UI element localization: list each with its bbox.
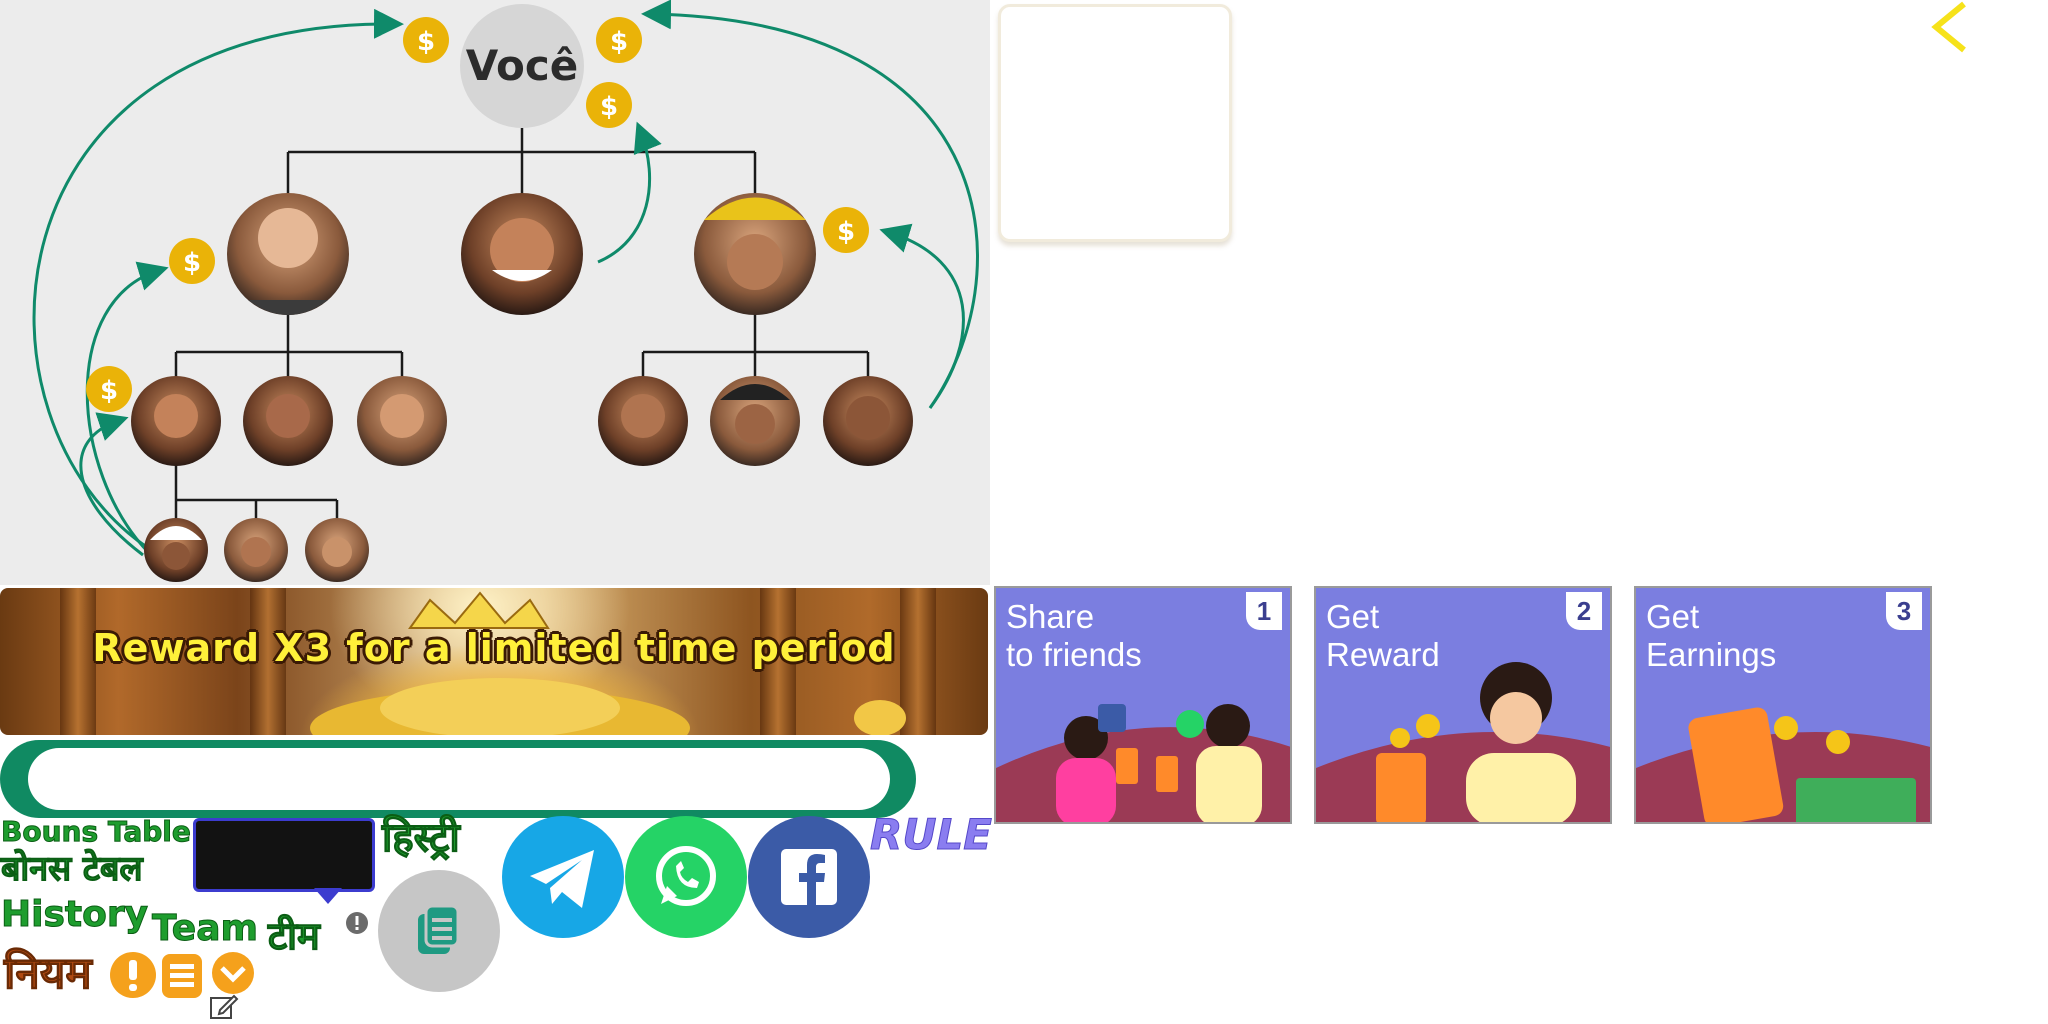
coin-icon: $ <box>823 207 869 253</box>
svg-text:$: $ <box>100 376 118 406</box>
tooltip-tail <box>314 888 342 904</box>
avatar <box>144 518 208 582</box>
alert-icon[interactable] <box>108 950 158 1000</box>
referral-tree-panel: Você $ $ $ $ $ $ <box>0 0 990 585</box>
avatar <box>357 376 447 466</box>
team-link[interactable]: Team <box>152 910 259 947</box>
chevron-down-icon[interactable] <box>210 950 256 996</box>
svg-text:$: $ <box>610 27 628 57</box>
referral-tree-diagram: Você $ $ $ $ $ $ <box>32 0 979 582</box>
avatar <box>823 376 913 466</box>
history-link[interactable]: History <box>0 896 148 933</box>
copy-icon <box>418 904 460 954</box>
share-whatsapp-button[interactable] <box>625 816 747 938</box>
coin-icon: $ <box>86 366 132 412</box>
avatar <box>710 376 800 466</box>
telegram-icon <box>530 850 594 908</box>
reward-banner[interactable]: Reward X3 for a limited time period <box>0 588 988 735</box>
chevron-left-icon[interactable] <box>1920 0 1980 56</box>
avatar <box>243 376 333 466</box>
step-number: 3 <box>1886 592 1922 630</box>
step-number: 1 <box>1246 592 1282 630</box>
avatar <box>598 376 688 466</box>
step-number: 2 <box>1566 592 1602 630</box>
tooltip <box>193 818 375 892</box>
info-icon[interactable] <box>345 911 369 935</box>
avatar <box>227 193 349 315</box>
svg-text:$: $ <box>837 217 855 247</box>
step-title: Get Reward <box>1326 598 1440 673</box>
blank-card <box>998 4 1232 242</box>
coin-icon: $ <box>169 238 215 284</box>
coin-icon: $ <box>596 17 642 63</box>
share-facebook-button[interactable] <box>748 816 870 938</box>
back-button[interactable] <box>1920 0 1980 56</box>
step-card-reward: Get Reward 2 <box>1314 586 1612 824</box>
avatar <box>131 376 221 466</box>
bonus-table-link[interactable]: Bouns Table <box>1 817 192 846</box>
root-label: Você <box>466 41 578 90</box>
avatar <box>694 193 816 315</box>
coin-icon: $ <box>586 82 632 128</box>
bonus-table-hindi-link[interactable]: बोनस टेबल <box>1 852 144 887</box>
svg-text:$: $ <box>183 248 201 278</box>
facebook-icon <box>781 849 837 905</box>
avatar <box>461 193 583 315</box>
reward-banner-text: Reward X3 for a limited time period <box>92 626 896 670</box>
history-hindi-link[interactable]: हिस्ट्री <box>382 818 461 859</box>
step-title: Share to friends <box>1006 598 1142 673</box>
avatar <box>305 518 369 582</box>
edit-icon[interactable] <box>208 992 240 1022</box>
step-card-earnings: Get Earnings 3 <box>1634 586 1932 824</box>
invite-link-input[interactable] <box>28 748 890 810</box>
share-telegram-button[interactable] <box>502 816 624 938</box>
step-title: Get Earnings <box>1646 598 1777 673</box>
copy-link-button[interactable] <box>378 870 500 992</box>
invite-link-field <box>0 740 916 818</box>
coin-icon: $ <box>403 17 449 63</box>
svg-text:$: $ <box>417 27 435 57</box>
rules-hindi-link[interactable]: नियम <box>4 951 93 996</box>
whatsapp-icon <box>656 846 716 906</box>
svg-text:$: $ <box>600 92 618 122</box>
document-icon[interactable] <box>160 952 204 1000</box>
avatar <box>224 518 288 582</box>
rule-link[interactable]: RULE <box>870 810 993 860</box>
step-card-share: Share to friends 1 <box>994 586 1292 824</box>
team-hindi-link[interactable]: टीम <box>268 917 321 956</box>
